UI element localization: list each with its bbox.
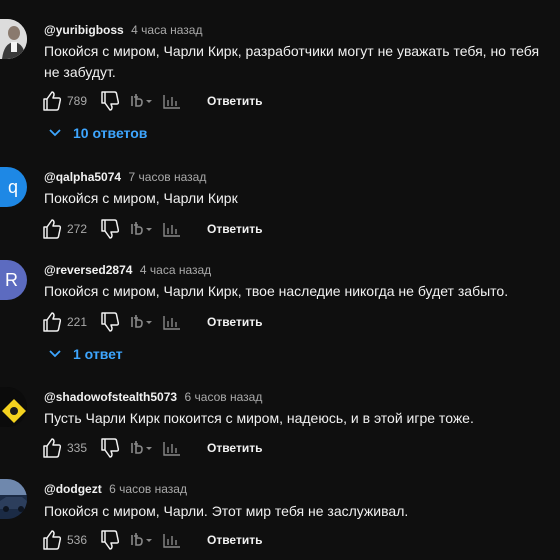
- ai-sparkle-icon[interactable]: [130, 217, 156, 241]
- like-count: 789: [67, 94, 88, 108]
- thumbs-down-icon[interactable]: [100, 217, 120, 241]
- reply-button[interactable]: Ответить: [207, 436, 262, 460]
- comment: q @qalpha5074 7 часов назад Покойся с ми…: [0, 167, 560, 247]
- bar-chart-icon[interactable]: [163, 310, 181, 334]
- ai-sparkle-icon[interactable]: [130, 310, 156, 334]
- comment-time[interactable]: 7 часов назад: [129, 170, 207, 184]
- comment-text: Покойся с миром, Чарли Кирк, твое наслед…: [44, 283, 509, 299]
- reply-button[interactable]: Ответить: [207, 89, 262, 113]
- avatar[interactable]: q: [0, 167, 27, 207]
- reply-button[interactable]: Ответить: [207, 310, 262, 334]
- ai-sparkle-icon[interactable]: [130, 528, 156, 552]
- avatar-letter: q: [7, 177, 18, 197]
- thumbs-down-icon[interactable]: [100, 310, 120, 334]
- avatar[interactable]: R: [0, 260, 27, 300]
- comment-time[interactable]: 4 часа назад: [140, 263, 211, 277]
- thumbs-up-icon[interactable]: [42, 528, 62, 552]
- comment-header: @reversed2874 4 часа назад: [44, 260, 211, 280]
- bar-chart-icon[interactable]: [163, 89, 181, 113]
- avatar[interactable]: [0, 19, 27, 59]
- replies-toggle[interactable]: 1 ответ: [48, 342, 168, 366]
- bar-chart-icon[interactable]: [163, 528, 181, 552]
- chevron-down-icon: [48, 347, 62, 361]
- comment-text: Покойся с миром, Чарли Кирк, разработчик…: [44, 43, 540, 80]
- replies-toggle[interactable]: 10 ответов: [48, 121, 208, 145]
- avatar-letter: R: [5, 270, 18, 290]
- replies-label: 10 ответов: [73, 125, 148, 141]
- comment-time[interactable]: 4 часа назад: [131, 23, 202, 37]
- thumbs-up-icon[interactable]: [42, 89, 62, 113]
- replies-label: 1 ответ: [73, 346, 123, 362]
- comment-header: @yuribigboss 4 часа назад: [44, 20, 202, 40]
- comment-actions: 221 Ответить: [42, 310, 342, 334]
- avatar[interactable]: [0, 479, 27, 519]
- thumbs-up-icon[interactable]: [42, 310, 62, 334]
- comment-time[interactable]: 6 часов назад: [109, 482, 187, 496]
- like-count: 536: [67, 533, 88, 547]
- avatar-photo-icon: [0, 479, 27, 519]
- comment-text: Покойся с миром, Чарли Кирк: [44, 190, 238, 206]
- comment: @dodgezt 6 часов назад Покойся с миром, …: [0, 479, 560, 560]
- comment-author[interactable]: @shadowofstealth5073: [44, 390, 177, 404]
- comment-actions: 272 Ответить: [42, 217, 342, 241]
- ai-sparkle-icon[interactable]: [130, 436, 156, 460]
- ai-sparkle-icon[interactable]: [130, 89, 156, 113]
- reply-button[interactable]: Ответить: [207, 528, 262, 552]
- like-count: 221: [67, 315, 88, 329]
- comment-text: Пусть Чарли Кирк покоится с миром, надею…: [44, 410, 474, 426]
- comment-actions: 335 Ответить: [42, 436, 342, 460]
- avatar-photo-icon: [0, 387, 27, 427]
- comment-author[interactable]: @qalpha5074: [44, 170, 121, 184]
- like-count: 335: [67, 441, 88, 455]
- like-count: 272: [67, 222, 88, 236]
- comment-author[interactable]: @reversed2874: [44, 263, 132, 277]
- thumbs-up-icon[interactable]: [42, 217, 62, 241]
- comment-author[interactable]: @yuribigboss: [44, 23, 124, 37]
- avatar-photo-icon: [0, 19, 27, 59]
- comment-actions: 536 Ответить: [42, 528, 342, 552]
- reply-button[interactable]: Ответить: [207, 217, 262, 241]
- bar-chart-icon[interactable]: [163, 217, 181, 241]
- thumbs-down-icon[interactable]: [100, 528, 120, 552]
- comment-header: @qalpha5074 7 часов назад: [44, 167, 206, 187]
- comment: @yuribigboss 4 часа назад Покойся с миро…: [0, 19, 560, 149]
- thumbs-down-icon[interactable]: [100, 89, 120, 113]
- comment-header: @shadowofstealth5073 6 часов назад: [44, 387, 262, 407]
- thumbs-up-icon[interactable]: [42, 436, 62, 460]
- comment: R @reversed2874 4 часа назад Покойся с м…: [0, 260, 560, 370]
- comment-actions: 789 Ответить: [42, 89, 342, 113]
- comment-author[interactable]: @dodgezt: [44, 482, 102, 496]
- comment-text: Покойся с миром, Чарли. Этот мир тебя не…: [44, 503, 409, 519]
- avatar[interactable]: [0, 387, 27, 427]
- comment: @shadowofstealth5073 6 часов назад Пусть…: [0, 387, 560, 467]
- thumbs-down-icon[interactable]: [100, 436, 120, 460]
- comment-time[interactable]: 6 часов назад: [185, 390, 263, 404]
- bar-chart-icon[interactable]: [163, 436, 181, 460]
- chevron-down-icon: [48, 126, 62, 140]
- comment-header: @dodgezt 6 часов назад: [44, 479, 187, 499]
